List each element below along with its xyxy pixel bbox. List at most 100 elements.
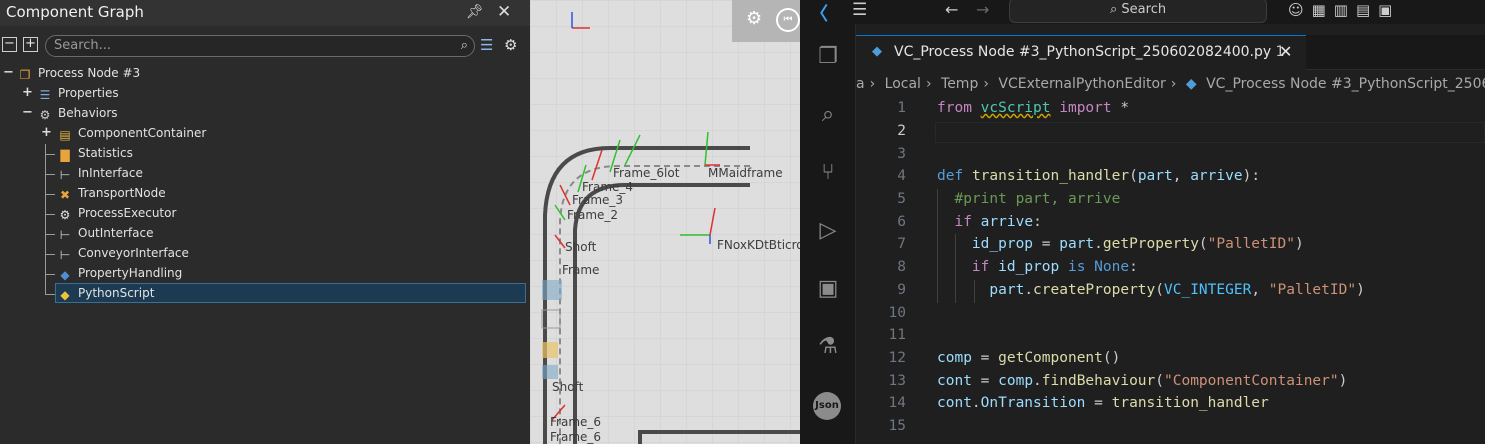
gear-icon: ⚙ xyxy=(59,208,71,222)
code-line: #print part, arrive xyxy=(954,191,1121,207)
frame-label: MMaidframe xyxy=(708,166,783,180)
chevron-right-icon: › xyxy=(925,76,932,92)
frame-label: Frame_6lot xyxy=(613,166,680,180)
rewind-icon[interactable]: ⏮ xyxy=(776,8,800,32)
viewport-side-icon[interactable] xyxy=(542,365,558,379)
breadcrumb-item[interactable]: VCExternalPythonEditor xyxy=(998,76,1165,92)
gear-icon[interactable]: ⚙ xyxy=(746,8,762,29)
breadcrumb: a › Local › Temp › VCExternalPythonEditor › … xyxy=(856,76,1485,98)
code-editor[interactable]: 1 2 3 4 5 6 7 8 9 10 11 12 13 14 15 from… xyxy=(856,98,1485,444)
tree-toolbar: − + Search... ⌕ ☰ ⚙ xyxy=(0,33,530,59)
tree-node-outinterface[interactable]: ⊢ OutInterface xyxy=(58,223,154,243)
search-icon[interactable]: ⌕ xyxy=(461,36,468,56)
code-line: cont.OnTransition = transition_handler xyxy=(937,395,1269,411)
3d-viewport[interactable]: Frame_6lot MMaidframe Frame_4 Frame_3 Fr… xyxy=(530,0,800,444)
back-arrow-icon[interactable]: ← xyxy=(945,0,958,19)
breadcrumb-item[interactable]: a xyxy=(856,76,865,92)
tree-node-behaviors[interactable]: ⚙ Behaviors xyxy=(38,103,118,123)
close-tab-icon[interactable]: ✕ xyxy=(1279,42,1292,61)
breadcrumb-item[interactable]: Local xyxy=(885,76,921,92)
tree-line xyxy=(45,214,55,215)
expand-all-button[interactable]: + xyxy=(23,37,38,52)
tree-node-transportnode[interactable]: ✖ TransportNode xyxy=(58,183,166,203)
source-control-icon[interactable]: ⑂ xyxy=(813,158,843,188)
code-line: if arrive: xyxy=(954,214,1042,230)
tree-node-statistics[interactable]: ▇ Statistics xyxy=(58,143,132,163)
expand-toggle[interactable]: + xyxy=(41,123,52,143)
python-file-icon: ◆ xyxy=(872,44,882,59)
line-number: 14 xyxy=(888,395,906,411)
expand-toggle[interactable]: + xyxy=(22,83,33,103)
statistics-icon: ▇ xyxy=(60,148,70,162)
forward-arrow-icon[interactable]: → xyxy=(976,0,989,19)
line-number: 10 xyxy=(888,305,906,321)
floor-grid xyxy=(530,0,800,444)
collapse-all-button[interactable]: − xyxy=(2,37,17,52)
frame-label: Frame_4 xyxy=(582,180,634,194)
vscode-logo-icon: 〈 xyxy=(810,4,828,25)
tree-line xyxy=(45,154,55,155)
interface-icon: ⊢ xyxy=(59,248,71,262)
tree-node-ininterface[interactable]: ⊢ InInterface xyxy=(58,163,143,183)
layout-icons[interactable]: ☺▦▥▤▣ xyxy=(1288,1,1400,19)
testing-flask-icon[interactable]: ⚗ xyxy=(813,332,843,362)
python-icon: ◆ xyxy=(60,288,70,302)
code-line: from vcScript import * xyxy=(937,100,1130,116)
component-graph-panel: Component Graph 📌︎ ✕ − + Search... ⌕ ☰ ⚙… xyxy=(0,0,530,444)
run-debug-icon[interactable]: ▷ xyxy=(813,216,843,246)
line-number: 9 xyxy=(897,282,906,298)
viewport-side-icon[interactable] xyxy=(542,342,558,358)
line-number: 4 xyxy=(897,168,906,184)
tree-node-pythonscript[interactable]: ◆ PythonScript xyxy=(58,283,154,303)
line-number: 12 xyxy=(888,350,906,366)
search-icon[interactable]: ⌕ xyxy=(813,100,843,130)
breadcrumb-item[interactable]: VC_Process Node #3_PythonScript_250602 xyxy=(1206,76,1485,92)
interface-icon: ⊢ xyxy=(59,168,71,182)
frame-label: Frame xyxy=(562,263,600,277)
python-icon: ◆ xyxy=(60,268,70,282)
viewport-side-icon[interactable] xyxy=(542,280,562,300)
tree-node-processexecutor[interactable]: ⚙ ProcessExecutor xyxy=(58,203,177,223)
current-line-highlight xyxy=(935,122,1485,143)
tree-line xyxy=(45,194,55,195)
component-icon: ❐ xyxy=(19,68,31,82)
chevron-right-icon: › xyxy=(1170,76,1177,92)
tree-node-conveyorinterface[interactable]: ⊢ ConveyorInterface xyxy=(58,243,189,263)
collapse-toggle[interactable]: − xyxy=(3,63,14,83)
frame-label: Shoft xyxy=(552,380,584,394)
line-number: 3 xyxy=(897,146,906,162)
tree-node-component-container[interactable]: ▤ ComponentContainer xyxy=(58,123,206,143)
tree-line xyxy=(45,294,55,295)
json-icon[interactable]: Json xyxy=(813,392,841,420)
search-input[interactable]: Search... ⌕ xyxy=(45,35,475,57)
menu-icon[interactable]: ☰ xyxy=(852,0,867,20)
settings-gear-icon[interactable]: ⚙ xyxy=(504,36,517,54)
editor-tab-active[interactable]: ◆ VC_Process Node #3_PythonScript_250602… xyxy=(856,35,1306,70)
container-icon: ▤ xyxy=(59,128,71,142)
code-line: id_prop = part.getProperty("PalletID") xyxy=(971,236,1304,252)
tree-node-propertyhandling[interactable]: ◆ PropertyHandling xyxy=(58,263,182,283)
viewport-scene xyxy=(530,0,800,444)
code-line: if id_prop is None: xyxy=(971,259,1138,275)
code-line: def transition_handler(part, arrive): xyxy=(937,168,1261,184)
extensions-icon[interactable]: ▣ xyxy=(813,274,843,304)
python-file-icon: ◆ xyxy=(1185,76,1197,92)
interface-icon: ⊢ xyxy=(59,228,71,242)
tree-node-process-node[interactable]: ❐ Process Node #3 xyxy=(18,63,141,83)
tree-line xyxy=(45,254,55,255)
pin-icon[interactable]: 📌︎ xyxy=(466,4,484,20)
tree-line xyxy=(45,174,55,175)
line-number: 1 xyxy=(897,100,906,116)
transport-icon: ✖ xyxy=(59,188,71,202)
close-icon[interactable]: ✕ xyxy=(497,2,511,22)
filter-icon[interactable]: ☰ xyxy=(480,36,493,54)
tree-line xyxy=(45,274,55,275)
line-number: 6 xyxy=(897,214,906,230)
breadcrumb-item[interactable]: Temp xyxy=(941,76,978,92)
explorer-icon[interactable]: ❐ xyxy=(813,42,843,72)
line-number: 11 xyxy=(888,327,906,343)
frame-label: Frame_2 xyxy=(567,208,619,222)
tree-node-properties[interactable]: ☰ Properties xyxy=(38,83,119,103)
collapse-toggle[interactable]: − xyxy=(22,103,33,123)
command-center-search[interactable]: ⌕ Search xyxy=(1009,0,1267,23)
